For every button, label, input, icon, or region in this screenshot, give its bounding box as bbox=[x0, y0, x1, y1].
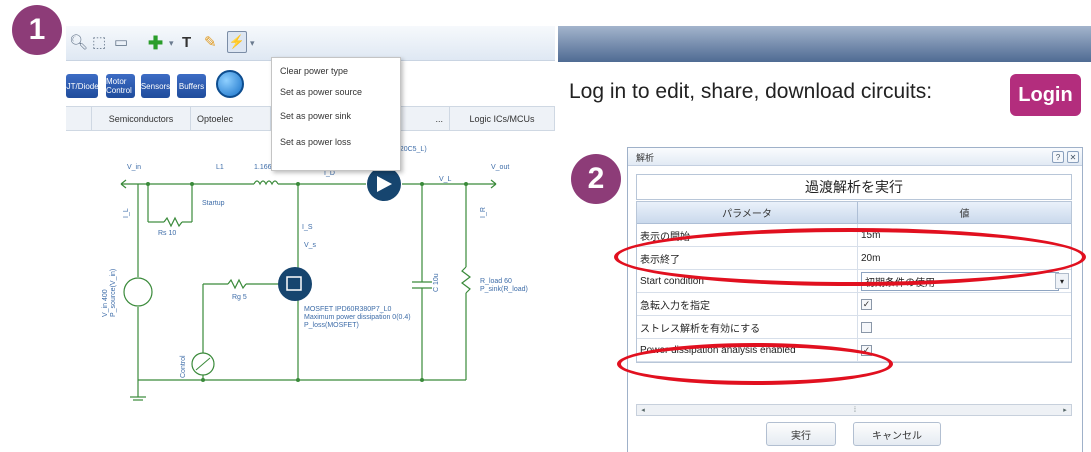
label-v-in: V_in bbox=[127, 164, 142, 171]
label-startup: Startup bbox=[202, 200, 225, 207]
grid-header: パラメータ 値 bbox=[637, 202, 1071, 224]
header-bar bbox=[558, 26, 1091, 62]
param-value[interactable] bbox=[858, 316, 1071, 338]
login-prompt: Log in to edit, share, download circuits… bbox=[569, 80, 933, 103]
label-i-r: I_R bbox=[480, 207, 487, 218]
label-l1: L1 bbox=[216, 164, 224, 171]
label-source: V_in 400 P_source(V_in) bbox=[102, 268, 117, 317]
column-parameter: パラメータ bbox=[637, 202, 858, 223]
tab-logic-ics[interactable]: Logic ICs/MCUs bbox=[450, 107, 555, 130]
tab-semiconductors[interactable]: Semiconductors bbox=[92, 107, 191, 130]
component-button[interactable]: Buffers bbox=[177, 74, 206, 98]
help-icon[interactable]: ? bbox=[1052, 151, 1064, 163]
scroll-left-icon[interactable]: ◂ bbox=[637, 405, 649, 415]
param-value[interactable]: ✓ bbox=[858, 339, 1071, 361]
param-name: ストレス解析を有効にする bbox=[637, 316, 858, 338]
table-row[interactable]: ストレス解析を有効にする bbox=[637, 316, 1071, 339]
chevron-down-icon[interactable]: ▾ bbox=[250, 34, 255, 52]
highlight-ellipse bbox=[614, 228, 1086, 286]
zoom-icon[interactable]: 🔍︎ bbox=[69, 34, 88, 52]
dialog-header: 過渡解析を実行 bbox=[636, 174, 1072, 200]
label-c: C 10u bbox=[433, 273, 440, 292]
label-i-l: I_L bbox=[123, 208, 130, 218]
menu-item-power-source[interactable]: Set as power source bbox=[276, 81, 398, 103]
zoom-box-icon[interactable]: ⬚ bbox=[92, 34, 106, 52]
label-i-s: I_S bbox=[302, 224, 313, 231]
close-icon[interactable]: ✕ bbox=[1067, 151, 1079, 163]
checkbox[interactable] bbox=[861, 321, 872, 333]
analysis-dialog: 解析 ? ✕ 過渡解析を実行 パラメータ 値 表示の開始 15m 表示終了 20… bbox=[627, 147, 1083, 452]
scroll-thumb-icon[interactable]: ⁞ bbox=[849, 405, 861, 415]
scroll-right-icon[interactable]: ▸ bbox=[1059, 405, 1071, 415]
column-value: 値 bbox=[959, 209, 970, 220]
pen-icon[interactable]: ✎ bbox=[204, 34, 217, 52]
label-i-d: I_D bbox=[324, 170, 335, 177]
schematic-editor: 🔍︎ ⬚ ▭ ✚ ▾ T ✎ ⚡ ▾ BJT/Diodes Motor Cont… bbox=[61, 26, 555, 416]
menu-item-clear-power-type[interactable]: Clear power type bbox=[276, 60, 398, 82]
text-icon[interactable]: T bbox=[182, 34, 191, 52]
label-vl: V_L bbox=[439, 176, 452, 183]
label-rs: Rs 10 bbox=[158, 230, 177, 237]
label-load: R_load 60 P_sink(R_load) bbox=[480, 278, 528, 293]
fit-icon[interactable]: ▭ bbox=[114, 34, 128, 52]
globe-icon[interactable] bbox=[216, 70, 244, 98]
add-icon[interactable]: ✚ bbox=[148, 34, 163, 52]
power-type-icon[interactable]: ⚡ bbox=[227, 31, 247, 53]
chevron-down-icon[interactable]: ▾ bbox=[1055, 273, 1069, 289]
power-type-menu: Clear power type Set as power source Set… bbox=[271, 57, 401, 171]
menu-item-power-loss[interactable]: Set as power loss bbox=[276, 131, 398, 153]
horizontal-scrollbar[interactable]: ◂ ⁞ ▸ bbox=[636, 404, 1072, 416]
step-1-badge: 1 bbox=[12, 5, 62, 55]
highlight-ellipse bbox=[617, 343, 893, 385]
dialog-titlebar: 解析 ? ✕ bbox=[628, 148, 1082, 166]
table-row[interactable]: 急転入力を指定 ✓ bbox=[637, 293, 1071, 316]
cancel-button[interactable]: キャンセル bbox=[853, 422, 941, 446]
component-button[interactable]: BJT/Diodes bbox=[61, 74, 103, 98]
login-button[interactable]: Login bbox=[1010, 74, 1081, 116]
tab-optoelectronics[interactable]: Optoelec bbox=[191, 107, 271, 130]
dialog-title: 解析 bbox=[636, 153, 655, 163]
circuit-diagram bbox=[120, 167, 497, 401]
label-control: Control bbox=[180, 355, 187, 378]
label-vs: V_s bbox=[304, 242, 317, 249]
run-button[interactable]: 実行 bbox=[766, 422, 836, 446]
param-value[interactable]: ✓ bbox=[858, 293, 1071, 315]
editor-toolbar: 🔍︎ ⬚ ▭ ✚ ▾ T ✎ ⚡ ▾ bbox=[66, 26, 555, 61]
label-rg: Rg 5 bbox=[232, 294, 247, 301]
schematic-canvas[interactable]: V_in L1 1.166u I_D Diode(IDH20G120C5_L) … bbox=[66, 132, 555, 416]
step-2-badge: 2 bbox=[571, 154, 621, 204]
label-v-out: V_out bbox=[491, 164, 510, 171]
component-button[interactable]: Sensors bbox=[141, 74, 170, 98]
checkbox[interactable]: ✓ bbox=[861, 298, 872, 310]
chevron-down-icon[interactable]: ▾ bbox=[169, 34, 174, 52]
component-button[interactable]: Motor Control bbox=[106, 74, 135, 98]
param-name: 急転入力を指定 bbox=[637, 293, 858, 315]
label-mosfet: MOSFET IPD60R380P7_L0 Maximum power diss… bbox=[304, 306, 411, 329]
menu-item-power-sink[interactable]: Set as power sink bbox=[276, 105, 398, 127]
